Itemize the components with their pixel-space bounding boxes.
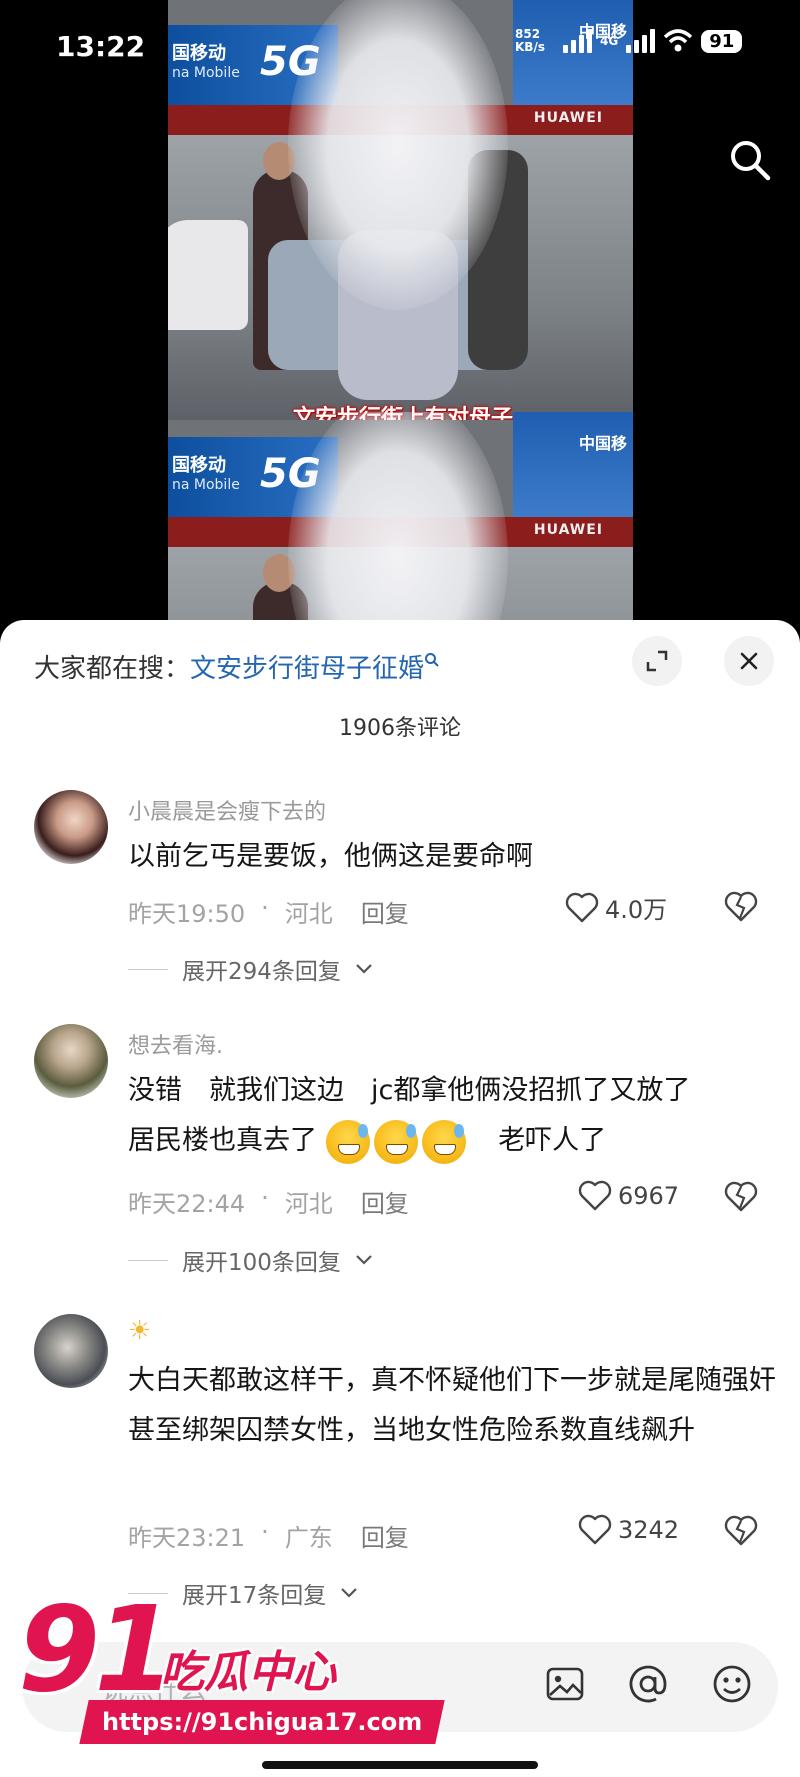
at-icon[interactable] <box>626 1662 670 1706</box>
watermark-url: https://91chigua17.com <box>79 1700 445 1744</box>
network-type: 4G <box>600 34 619 48</box>
avatar[interactable] <box>34 1024 108 1098</box>
comment-text: 没错 就我们这边 jc都拿他俩没招抓了又放了 居民楼也真去了 老吓人了 <box>128 1066 768 1166</box>
chevron-down-icon <box>356 1255 372 1265</box>
store-sign-text: 国移动 <box>172 455 226 476</box>
search-icon <box>731 141 771 181</box>
sweat-smile-emoji <box>325 1119 370 1164</box>
comment-username[interactable]: 想去看海. <box>128 1028 223 1060</box>
dislike-icon[interactable] <box>724 890 758 924</box>
dislike-icon[interactable] <box>724 1514 758 1548</box>
status-bar: 13:22 852 KB/s 4G 91 <box>0 0 800 90</box>
comment-location: 河北 <box>284 900 333 928</box>
like-count: 6967 <box>618 1182 680 1210</box>
avatar[interactable] <box>34 790 108 864</box>
store-sign-right-text: 中国移 <box>578 434 627 453</box>
heart-icon <box>578 1180 612 1211</box>
like-button[interactable]: 4.0万 <box>565 890 667 925</box>
comment-meta: 昨天23:21 · 广东 回复 <box>128 1518 409 1553</box>
reply-button[interactable]: 回复 <box>361 894 409 929</box>
reply-button[interactable]: 回复 <box>361 1184 409 1219</box>
expand-replies[interactable]: 展开294条回复 <box>128 952 373 986</box>
comment-separator: · <box>261 894 269 922</box>
comment-time: 昨天19:50 <box>128 900 246 928</box>
trending-search-link[interactable]: 文安步行街母子征婚 <box>190 654 424 684</box>
comment-location: 河北 <box>284 1190 333 1218</box>
like-count: 4.0万 <box>605 896 668 924</box>
watermark-logo: 91 <box>18 1580 176 1718</box>
divider <box>128 1259 168 1261</box>
chevron-down-icon <box>341 1588 358 1598</box>
watermark-url-text: https://91chigua17.com <box>102 1708 423 1736</box>
heart-icon <box>578 1514 612 1545</box>
like-button[interactable]: 6967 <box>578 1180 679 1212</box>
heart-icon <box>565 892 599 922</box>
comment-separator: · <box>261 1518 269 1546</box>
like-count: 3242 <box>618 1516 680 1544</box>
comment-text-part: 老吓人了 <box>498 1125 607 1156</box>
dislike-icon[interactable] <box>724 1180 758 1214</box>
trending-search-label: 大家都在搜： <box>34 654 191 684</box>
avatar[interactable] <box>34 1314 108 1388</box>
blur-mask <box>288 412 508 640</box>
video-player[interactable]: 国移动 na Mobile 5G 中国移 HUAWEI 文安步行街上有对母子 国… <box>0 0 800 640</box>
divider <box>128 968 168 970</box>
signal-icon <box>626 29 656 53</box>
expand-replies-label: 展开294条回复 <box>182 959 341 985</box>
home-indicator[interactable] <box>262 1761 538 1769</box>
car <box>168 220 248 330</box>
image-icon[interactable] <box>543 1662 587 1706</box>
comment-time: 昨天23:21 <box>128 1524 246 1552</box>
fullscreen-button[interactable] <box>632 636 682 686</box>
video-frame[interactable]: 国移动 na Mobile 5G 中国移 HUAWEI 文安步行街上有对母子 国… <box>168 0 633 640</box>
expand-icon <box>646 650 668 672</box>
store-sign-en: na Mobile <box>172 477 240 493</box>
store-sign-right: 中国移 <box>513 412 633 522</box>
store-brand: HUAWEI <box>533 522 603 538</box>
video-scene: 国移动 na Mobile 5G 中国移 HUAWEI <box>168 412 633 640</box>
comment-location: 广东 <box>284 1524 333 1552</box>
expand-replies-label: 展开17条回复 <box>182 1583 327 1609</box>
comment-username[interactable]: ☀ <box>128 1316 151 1346</box>
trending-search: 大家都在搜：文安步行街母子征婚 <box>34 648 440 685</box>
close-icon <box>740 652 758 670</box>
chevron-down-icon <box>356 964 372 974</box>
comment-text: 大白天都敢这样干，真不怀疑他们下一步就是尾随强奸甚至绑架囚禁女性，当地女性危险系… <box>128 1365 776 1446</box>
sweat-smile-emoji <box>373 1119 418 1164</box>
search-button[interactable] <box>728 138 772 182</box>
status-time: 13:22 <box>56 30 146 63</box>
comment-text: 以前乞丐是要饭，他俩这是要命啊 <box>128 841 533 872</box>
wifi-icon <box>664 29 693 52</box>
comment-time: 昨天22:44 <box>128 1190 246 1218</box>
comment-text-line: 居民楼也真去了 老吓人了 <box>128 1116 768 1166</box>
comment-username[interactable]: 小晨晨是会瘦下去的 <box>128 794 326 826</box>
reply-button[interactable]: 回复 <box>361 1518 409 1553</box>
search-icon <box>425 653 439 667</box>
like-button[interactable]: 3242 <box>578 1514 679 1546</box>
comment-count: 1906条评论 <box>339 716 461 741</box>
sweat-smile-emoji <box>421 1119 466 1164</box>
comment-text-line: 没错 就我们这边 jc都拿他俩没招抓了又放了 <box>128 1075 691 1106</box>
comment-meta: 昨天22:44 · 河北 回复 <box>128 1184 409 1219</box>
close-button[interactable] <box>724 636 774 686</box>
expand-replies-label: 展开100条回复 <box>182 1250 341 1276</box>
signal-icon <box>563 29 592 53</box>
battery-indicator: 91 <box>701 29 743 53</box>
watermark-name: 吃瓜中心 <box>160 1647 336 1698</box>
comment-meta: 昨天19:50 · 河北 回复 <box>128 894 409 929</box>
store-brand: HUAWEI <box>533 110 603 126</box>
status-icons: 852 KB/s 4G 91 <box>515 28 743 54</box>
comment-separator: · <box>261 1184 269 1212</box>
network-speed-unit: KB/s <box>515 40 545 54</box>
network-speed: 852 KB/s <box>515 28 555 54</box>
emoji-icon[interactable] <box>710 1662 754 1706</box>
expand-replies[interactable]: 展开100条回复 <box>128 1243 373 1277</box>
comment-text-part: 居民楼也真去了 <box>128 1125 317 1156</box>
